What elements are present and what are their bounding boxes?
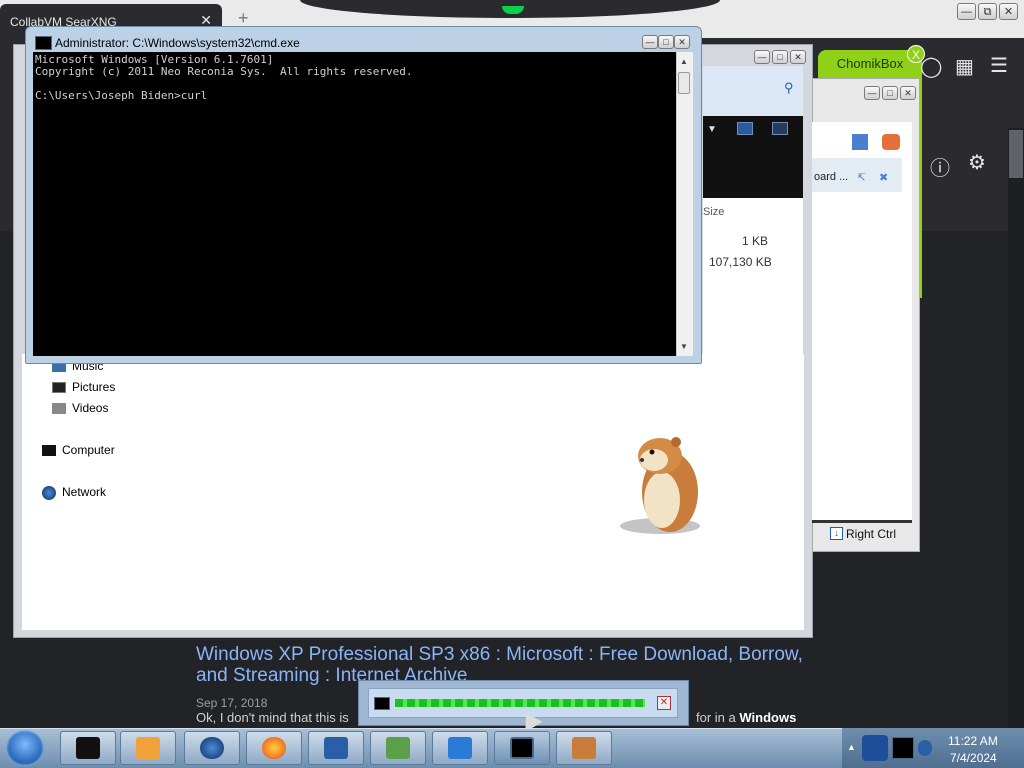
tray-monitor-icon[interactable] (892, 737, 914, 759)
windows-xp-icon (448, 737, 472, 759)
dropdown-arrow-icon[interactable]: ▼ (707, 124, 717, 135)
snippet-tail-bold: Windows (739, 710, 797, 725)
virtualbox-row-label: oard ... (814, 171, 849, 183)
virtualbox-icon (324, 737, 348, 759)
shuffle-icon[interactable]: ✖ (879, 171, 888, 184)
minimize-icon[interactable]: — (754, 50, 770, 64)
search-result-snippet-tail: for in a Windows (696, 710, 796, 725)
taskbar-app-button[interactable] (184, 731, 240, 765)
settings-bars-icon[interactable] (852, 134, 868, 150)
cmd-icon (374, 697, 390, 710)
shield-icon[interactable]: ◯ (920, 54, 942, 79)
pictures-icon (52, 382, 66, 394)
minimize-icon[interactable]: — (864, 86, 880, 100)
snippet-tail-text: for in a (696, 710, 736, 725)
gear-icon[interactable]: ⚙ (968, 150, 986, 175)
thumbnail-progress-bar (395, 699, 645, 707)
virtualbox-window-controls: — □ ✕ (862, 86, 916, 100)
tray-shield-icon[interactable] (862, 735, 888, 761)
cmd-scrollbar-thumb[interactable] (678, 72, 690, 94)
thumbnail-close-icon[interactable]: ✕ (657, 696, 671, 710)
nav-item-label: Videos (72, 401, 109, 415)
menu-icon[interactable]: ☰ (990, 53, 1008, 78)
taskbar-app-button[interactable] (556, 731, 612, 765)
clock-time[interactable]: 11:22 AM (948, 734, 998, 748)
minimize-icon[interactable]: — (957, 3, 976, 20)
window-controls: — ⧉ ✕ (955, 3, 1018, 20)
computer-icon (42, 445, 56, 457)
cmd-icon (510, 737, 534, 759)
close-icon[interactable]: ✕ (674, 35, 690, 49)
explorer-window-controls: — □ ✕ (752, 50, 806, 64)
media-player-icon (136, 737, 160, 759)
host-key-label: Right Ctrl (846, 527, 897, 541)
page-scrollbar-thumb[interactable] (1009, 130, 1023, 178)
preview-pane-icon[interactable] (772, 122, 788, 135)
taskbar-app-button[interactable] (370, 731, 426, 765)
maximize-icon[interactable]: □ (658, 35, 674, 49)
page-scrollbar[interactable] (1008, 128, 1024, 728)
start-button[interactable] (6, 730, 44, 766)
taskbar-app-button[interactable] (432, 731, 488, 765)
taskbar-app-button[interactable] (308, 731, 364, 765)
minimize-icon[interactable]: — (642, 35, 658, 49)
cmd-icon (35, 36, 52, 50)
close-icon[interactable]: ✕ (900, 86, 916, 100)
nav-item-computer[interactable]: Computer (42, 443, 115, 457)
search-icon[interactable]: ⚲ (784, 80, 794, 96)
nav-item-label: Pictures (72, 380, 116, 394)
firefox-icon (262, 737, 286, 759)
tray-expand-icon[interactable]: ▲ (847, 742, 856, 752)
tray-network-icon[interactable] (918, 740, 932, 756)
search-result-snippet: Ok, I don't mind that this is (196, 710, 349, 725)
scroll-down-icon[interactable]: ▼ (680, 342, 688, 351)
nav-item-label: Network (62, 485, 107, 499)
maximize-icon[interactable]: □ (882, 86, 898, 100)
file-size-cell: 107,130 KB (709, 255, 772, 269)
discard-icon[interactable] (882, 134, 900, 150)
file-size-cell: 1 KB (742, 234, 769, 248)
nav-item-network[interactable]: Network (42, 485, 106, 500)
cmd-console-output[interactable]: Microsoft Windows [Version 6.1.7601] Cop… (33, 52, 676, 356)
status-divider (812, 520, 912, 523)
clock-date[interactable]: 7/4/2024 (950, 751, 997, 765)
cmd-scrollbar[interactable] (676, 52, 693, 356)
nav-item-pictures[interactable]: Pictures (52, 380, 115, 394)
hamster-app-icon (572, 737, 596, 759)
nav-item-videos[interactable]: Videos (52, 401, 108, 415)
download-arrow-icon: ↓ (830, 527, 843, 540)
cmd-window-controls: — □ ✕ (642, 35, 690, 49)
restore-icon[interactable]: ⧉ (978, 3, 997, 20)
column-header-size[interactable]: Size (703, 206, 724, 218)
close-icon[interactable]: ✕ (790, 50, 806, 64)
taskbar-app-button[interactable] (60, 731, 116, 765)
cmd-window-title: Administrator: C:\Windows\system32\cmd.e… (55, 36, 300, 50)
extensions-icon[interactable]: ▦ (955, 54, 974, 79)
maximize-icon[interactable]: □ (772, 50, 788, 64)
taskbar-app-button[interactable] (246, 731, 302, 765)
search-result-date: Sep 17, 2018 (196, 696, 268, 710)
users-icon (386, 737, 410, 759)
videos-icon (52, 403, 66, 415)
taskbar-app-button[interactable] (120, 731, 176, 765)
link-icon[interactable]: ↸ (857, 171, 866, 184)
explorer-preview-strip (703, 116, 803, 198)
globe-icon (200, 737, 224, 759)
hamster-mascot[interactable] (612, 430, 712, 542)
scroll-up-icon[interactable]: ▲ (680, 57, 688, 66)
view-icon[interactable] (737, 122, 753, 135)
info-icon[interactable]: ⓘ (930, 152, 950, 181)
nav-item-label: Computer (62, 443, 115, 457)
taskbar-app-button[interactable] (494, 731, 550, 765)
vm-black-box-icon (76, 737, 100, 759)
close-icon[interactable]: ✕ (999, 3, 1018, 20)
network-icon (42, 485, 56, 500)
